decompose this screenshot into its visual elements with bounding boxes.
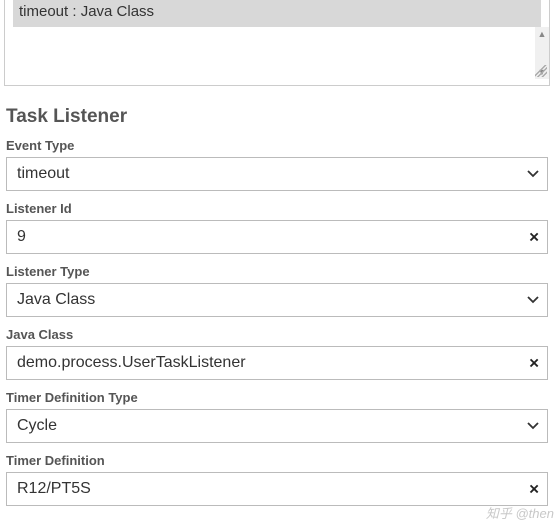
listener-type-value: Java Class — [17, 291, 519, 309]
resize-grip-icon[interactable] — [535, 65, 547, 77]
listener-type-label: Listener Type — [6, 264, 548, 279]
listener-id-value: 9 — [17, 228, 515, 246]
java-class-label: Java Class — [6, 327, 548, 342]
listener-list-item[interactable]: timeout : Java Class — [13, 0, 541, 27]
timer-def-input[interactable]: R12/PT5S × — [6, 472, 548, 506]
java-class-value: demo.process.UserTaskListener — [17, 354, 515, 372]
listener-list-item-text: timeout : Java Class — [19, 3, 154, 20]
timer-def-type-value: Cycle — [17, 417, 519, 435]
event-type-label: Event Type — [6, 138, 548, 153]
chevron-down-icon — [527, 422, 539, 430]
listener-type-select[interactable]: Java Class — [6, 283, 548, 317]
chevron-down-icon — [527, 296, 539, 304]
timer-def-value: R12/PT5S — [17, 480, 515, 498]
listener-id-label: Listener Id — [6, 201, 548, 216]
listener-list-box: timeout : Java Class ▲ ▼ — [4, 0, 550, 86]
clear-icon[interactable]: × — [529, 355, 539, 372]
clear-icon[interactable]: × — [529, 229, 539, 246]
listener-id-input[interactable]: 9 × — [6, 220, 548, 254]
event-type-select[interactable]: timeout — [6, 157, 548, 191]
timer-def-type-select[interactable]: Cycle — [6, 409, 548, 443]
timer-def-type-label: Timer Definition Type — [6, 390, 548, 405]
timer-def-label: Timer Definition — [6, 453, 548, 468]
clear-icon[interactable]: × — [529, 481, 539, 498]
section-title: Task Listener — [6, 106, 548, 128]
chevron-down-icon — [527, 170, 539, 178]
scroll-up-icon: ▲ — [538, 27, 547, 41]
event-type-value: timeout — [17, 165, 519, 183]
java-class-input[interactable]: demo.process.UserTaskListener × — [6, 346, 548, 380]
